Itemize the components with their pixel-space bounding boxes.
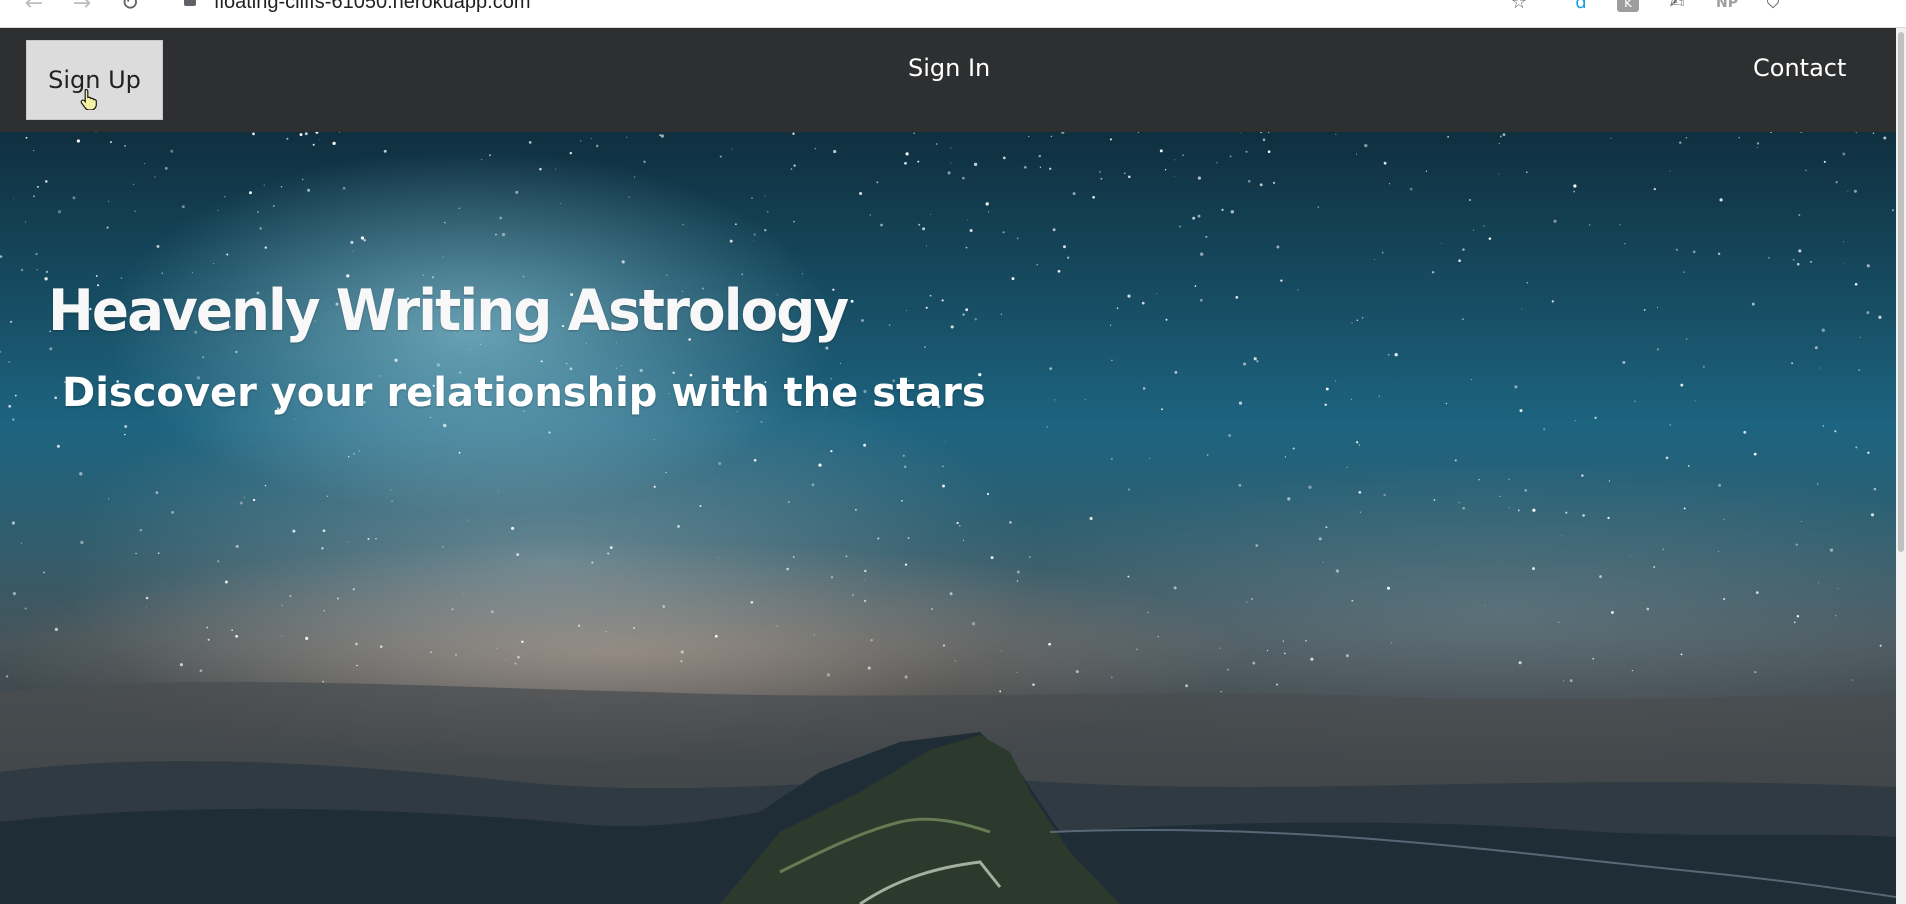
hero-subtitle: Discover your relationship with the star… [62,370,986,416]
scrollbar-thumb[interactable] [1898,32,1904,552]
extension-np-icon[interactable]: NP [1713,0,1741,12]
hero-title: Heavenly Writing Astrology [48,278,849,344]
shield-icon[interactable]: ⛉ [1762,0,1784,12]
sign-up-button[interactable]: Sign Up [26,40,163,120]
address-bar-url[interactable]: floating-cliffs-61050.herokuapp.com [214,0,530,14]
hero-banner: Heavenly Writing Astrology Discover your… [0,132,1896,904]
sign-in-link[interactable]: Sign In [908,54,990,82]
extension-hand-icon[interactable]: ✍ [1665,0,1689,12]
back-arrow-icon[interactable]: ← [22,0,46,16]
contact-link[interactable]: Contact [1753,54,1846,82]
extension-k-icon[interactable]: k [1617,0,1639,12]
sign-up-label: Sign Up [48,66,141,94]
lock-icon [184,0,196,6]
browser-toolbar: ← → ↻ floating-cliffs-61050.herokuapp.co… [0,0,1906,28]
site-header: Sign Up Sign In Contact [0,28,1896,132]
reload-icon[interactable]: ↻ [118,0,142,16]
extension-d-icon[interactable]: d [1572,0,1590,12]
mountain-landscape-background [0,681,1896,904]
star-icon[interactable]: ☆ [1508,0,1530,12]
page-scrollbar[interactable] [1896,28,1906,904]
forward-arrow-icon[interactable]: → [70,0,94,16]
